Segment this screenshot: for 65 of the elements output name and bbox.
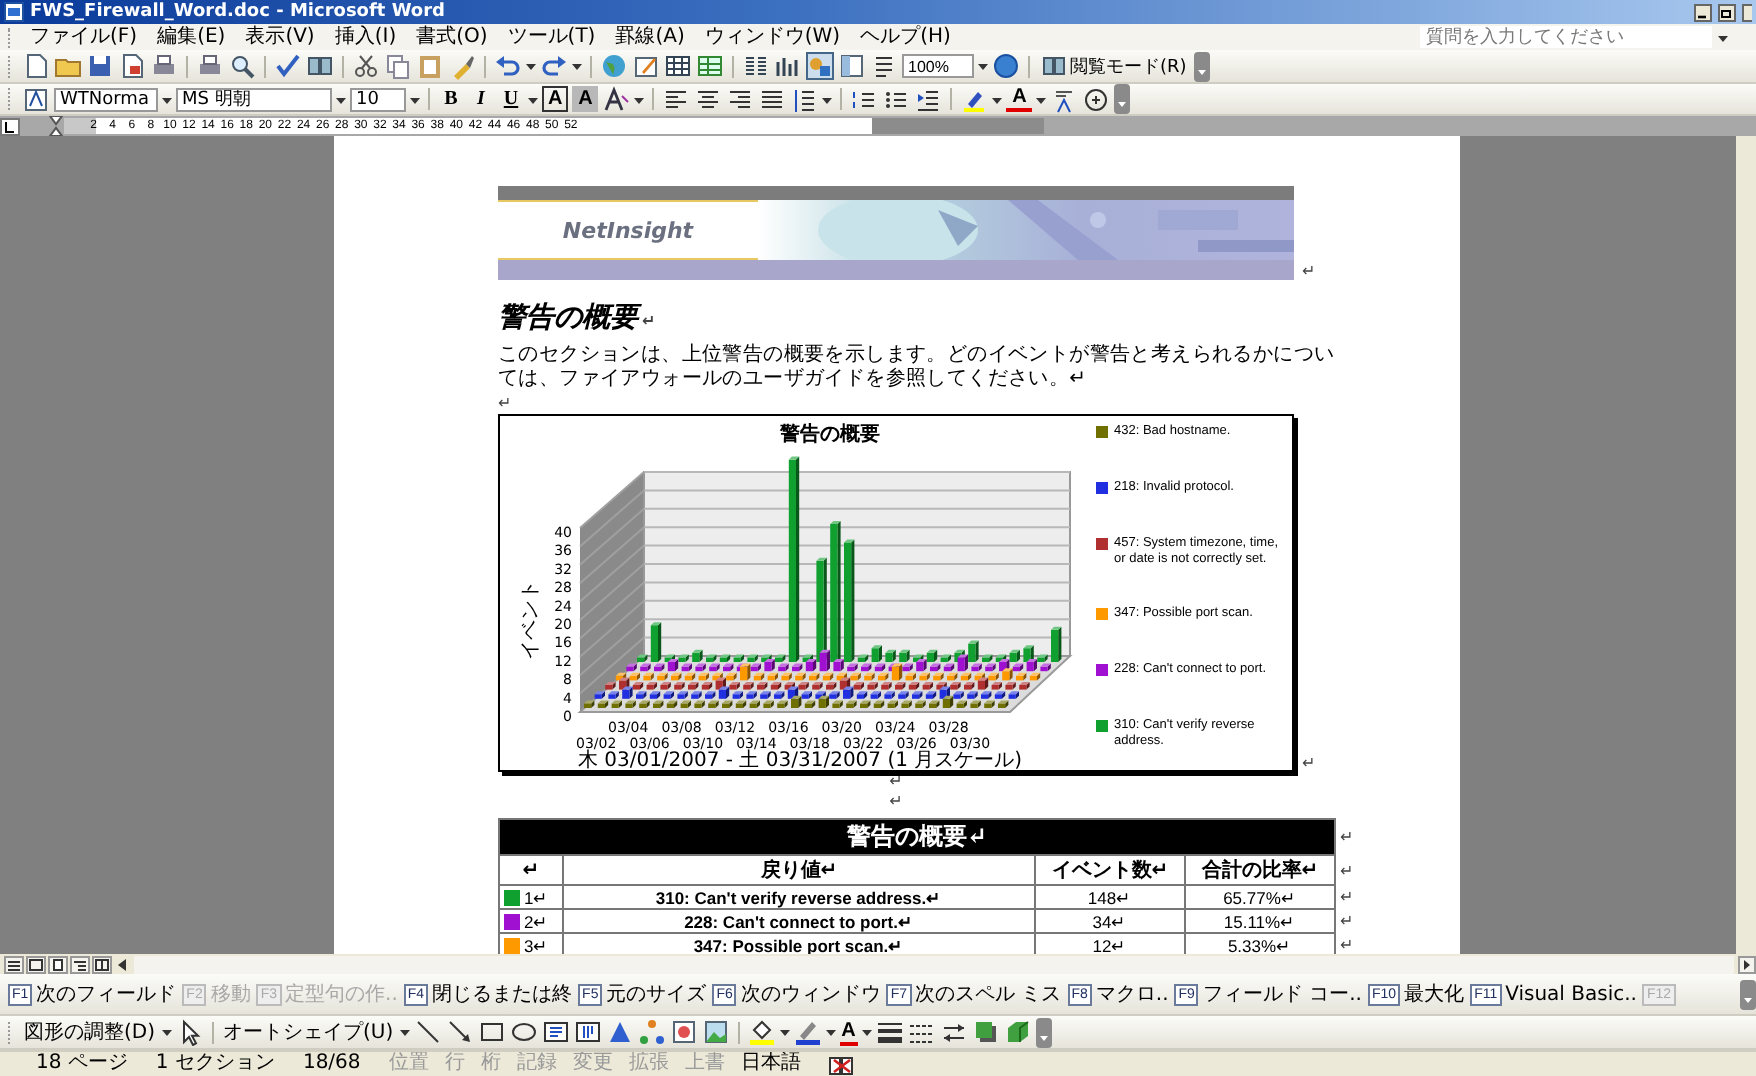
menu-item[interactable]: ヘルプ(H) [850,24,961,50]
autoshape-menu-button[interactable]: オートシェイプ(U) [221,1018,396,1046]
cell-mark: ↵ [1340,861,1354,879]
table-title: 警告の概要↵ [499,819,1335,855]
reading-mode-button[interactable]: 閲覧モード(R) [1038,51,1191,81]
zoom-field[interactable]: 100% [902,54,974,78]
character-shading-button[interactable]: A [572,86,599,112]
style-field[interactable]: WTNorma [54,87,158,111]
paragraph-mark: ↵ [889,772,903,790]
menu-item[interactable]: 編集(E) [147,24,236,50]
cell-mark: ↵ [1340,912,1354,930]
menu-item[interactable]: 罫線(A) [605,24,695,50]
paragraph-mark: ↵ [1302,262,1316,280]
menu-item[interactable]: 挿入(I) [324,24,407,50]
draw-menu-button[interactable]: 図形の調整(D) [22,1018,158,1046]
status-text: 上書 [684,1052,727,1076]
rank-number: 1↵ [524,887,550,907]
help-search-field[interactable]: 質問を入力してください [1420,26,1712,48]
status-text: 18 ページ [36,1052,130,1076]
column-header: 合計の比率↵ [1185,855,1335,885]
rank-number: 2↵ [524,911,550,931]
cell-mark: ↵ [1340,936,1354,954]
status-text: 行 [444,1052,467,1076]
font-size-field[interactable]: 10 [350,87,406,111]
table-cell: 15.11%↵ [1185,909,1335,933]
table-cell: 228: Can't connect to port.↵ [563,909,1035,933]
column-header: 戻り値↵ [563,855,1035,885]
underline-button[interactable]: U [498,86,524,112]
table-cell: 310: Can't verify reverse address.↵ [563,885,1035,909]
axis-title: 木 03/01/2007 - 土 03/31/2007 (1 月スケール) [577,750,1023,770]
status-text: 拡張 [628,1052,671,1076]
italic-button[interactable]: I [468,86,494,112]
status-text: 18/68 [302,1052,363,1076]
column-header: イベント数↵ [1035,855,1185,885]
logo: NetInsight [560,215,696,247]
status-text: 1 セクション [155,1052,277,1076]
paragraph-mark: ↵ [642,312,656,330]
column-header: ↵ [499,855,563,885]
cell-mark: ↵ [1340,828,1354,846]
status-text: 位置 [388,1052,431,1076]
table-cell: 148↵ [1035,885,1185,909]
menu-item[interactable]: ツール(T) [497,24,606,50]
chart-title: 警告の概要 [780,424,880,446]
axis-title: イベント [520,580,542,660]
font-color-button[interactable]: A [839,1019,858,1045]
heading: 警告の概要 [498,300,638,336]
paragraph-mark: ↵ [498,394,512,412]
paragraph-mark: ↵ [1302,754,1316,772]
paragraph: このセクションは、上位警告の概要を示します。どのイベントが警告と考えられるかについては、ファイアウォールのユーザガイドを参照してください。↵ [498,344,1337,392]
menu-item[interactable]: 書式(O) [406,24,498,50]
table-cell: 34↵ [1035,909,1185,933]
window-title: FWS_Firewall_Word.doc - Microsoft Word [30,2,446,22]
menu-item[interactable]: 表示(V) [235,24,325,50]
menu-item[interactable]: ファイル(F) [20,24,148,50]
font-color-button[interactable]: A [1006,86,1033,112]
paragraph-mark: ↵ [889,792,903,810]
character-border-button[interactable]: A [542,86,569,112]
status-text: 記録 [516,1052,559,1076]
status-text: 日本語 [740,1052,803,1076]
menu-item[interactable]: ウィンドウ(W) [694,24,851,50]
table-cell: 65.77%↵ [1185,885,1335,909]
status-text: 桁 [480,1052,503,1076]
rank-number: 3↵ [524,935,550,954]
cell-mark: ↵ [1340,888,1354,906]
bold-button[interactable]: B [438,86,464,112]
